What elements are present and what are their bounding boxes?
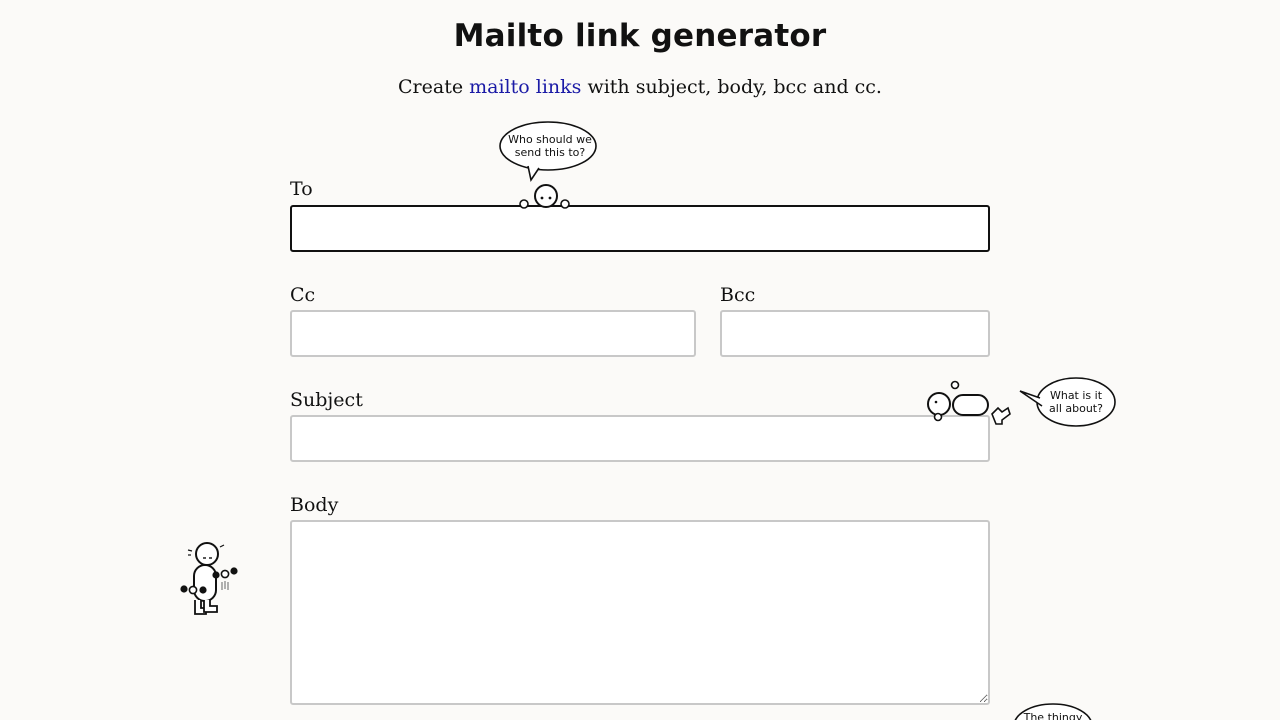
page-title: Mailto link generator [453, 18, 827, 54]
bcc-label: Bcc [720, 284, 756, 306]
subject-field[interactable] [290, 415, 990, 462]
cc-field[interactable] [290, 310, 696, 357]
subtitle-text-after: with subject, body, bcc and cc. [581, 76, 882, 98]
body-textarea[interactable] [290, 520, 990, 705]
subject-bubble-line1: What is it [1050, 389, 1103, 402]
to-bubble-line2: send this to? [515, 146, 586, 159]
body-label: Body [290, 494, 339, 516]
cc-label: Cc [290, 284, 316, 306]
page-subtitle: Create mailto links with subject, body, … [0, 76, 1280, 98]
subject-bubble-line2: all about? [1049, 402, 1103, 415]
bcc-field[interactable] [720, 310, 990, 357]
subtitle-text-before: Create [398, 76, 470, 98]
standing-figure-illustration [180, 542, 238, 615]
subject-label: Subject [290, 389, 363, 411]
to-field[interactable] [290, 205, 990, 252]
bottom-bubble-text: The thingy [1023, 711, 1083, 720]
peeking-figure-illustration: Who should we send this to? [499, 121, 597, 209]
to-label: To [290, 178, 313, 200]
bottom-bubble-illustration: The thingy [1014, 703, 1092, 720]
mailto-links-link[interactable]: mailto links [469, 76, 581, 98]
to-bubble-line1: Who should we [508, 133, 592, 146]
lying-figure-illustration: What is it all about? [927, 377, 1116, 427]
